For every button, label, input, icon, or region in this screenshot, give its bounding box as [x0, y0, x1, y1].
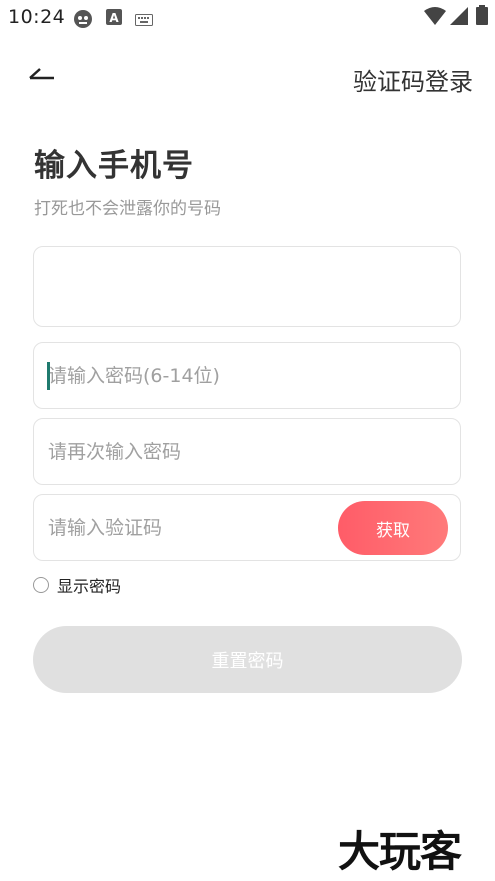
verification-code-input[interactable]	[34, 495, 324, 560]
confirm-password-field	[33, 418, 461, 485]
face-icon	[73, 9, 93, 33]
password-input[interactable]	[34, 343, 460, 408]
page-title: 输入手机号	[34, 148, 194, 184]
a-notification-icon: A	[106, 9, 122, 29]
show-password-label: 显示密码	[57, 577, 122, 596]
back-button[interactable]	[26, 60, 66, 90]
back-arrow-icon	[26, 67, 56, 86]
reset-password-button[interactable]: 重置密码	[33, 626, 462, 693]
text-cursor	[47, 362, 50, 390]
wifi-icon	[424, 7, 446, 29]
page-subtitle: 打死也不会泄露你的号码	[34, 199, 221, 219]
password-field	[33, 342, 461, 409]
status-bar: 10:24 A	[0, 0, 495, 34]
signal-icon	[450, 7, 468, 29]
keyboard-icon	[135, 11, 153, 30]
show-password-toggle[interactable]: 显示密码	[33, 574, 121, 596]
confirm-password-input[interactable]	[34, 419, 460, 484]
switch-to-code-login-link[interactable]: 验证码登录	[353, 62, 473, 97]
svg-text:A: A	[109, 11, 119, 25]
status-time: 10:24	[8, 6, 66, 28]
watermark-logo: 大玩客	[338, 827, 462, 876]
get-code-button[interactable]: 获取	[338, 501, 448, 555]
radio-circle-icon[interactable]	[33, 577, 49, 593]
phone-field	[33, 246, 461, 327]
verification-code-field: 获取	[33, 494, 461, 561]
phone-input[interactable]	[34, 247, 460, 326]
battery-icon	[476, 5, 488, 29]
